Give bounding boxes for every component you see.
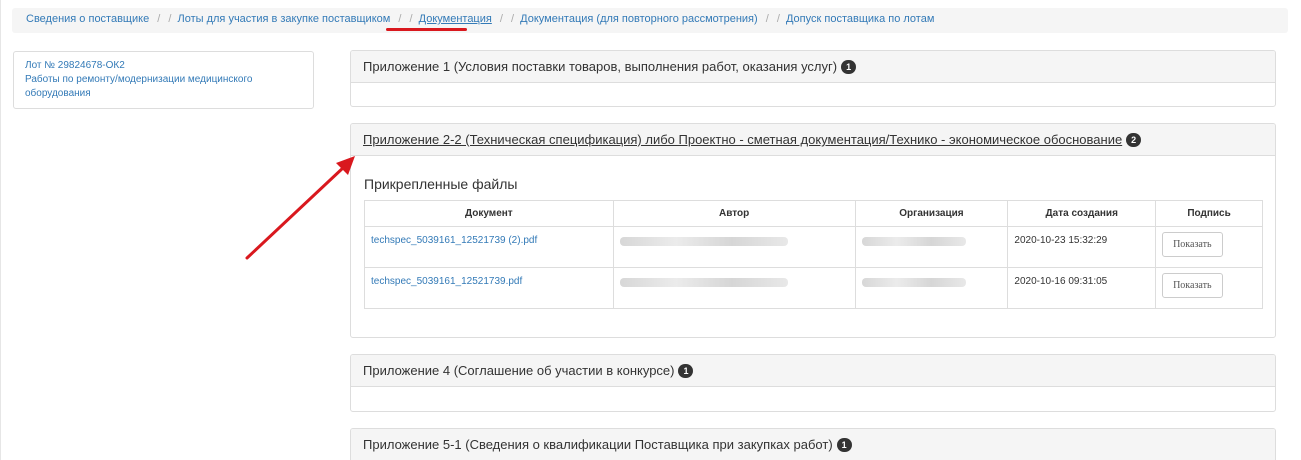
panel-appendix-5-1: Приложение 5-1 (Сведения о квалификации … — [350, 428, 1276, 460]
column-header-organization: Организация — [854, 200, 1009, 227]
panel-heading-appendix-5-1[interactable]: Приложение 5-1 (Сведения о квалификации … — [351, 429, 1275, 460]
panel-title: Приложение 1 (Условия поставки товаров, … — [363, 59, 838, 74]
panel-title: Приложение 5-1 (Сведения о квалификации … — [363, 437, 833, 452]
breadcrumb-separator-5: / — [499, 13, 503, 25]
panel-appendix-1: Приложение 1 (Условия поставки товаров, … — [350, 50, 1276, 107]
show-signature-button[interactable]: Показать — [1162, 273, 1223, 298]
panel-title: Приложение 4 (Соглашение об участии в ко… — [363, 363, 675, 378]
lot-description-line-1[interactable]: Работы по ремонту/модернизации медицинск… — [25, 73, 302, 87]
breadcrumb-separator-6: / — [511, 13, 515, 25]
column-header-date: Дата создания — [1007, 200, 1157, 227]
breadcrumb-separator-7: / — [765, 13, 769, 25]
table-row: techspec_5039161_12521739 (2).pdf 2020-1… — [364, 226, 1263, 268]
breadcrumb-item-supplier-info[interactable]: Сведения о поставщике — [26, 13, 149, 25]
author-cell — [612, 226, 856, 268]
panel-appendix-2-2: Приложение 2-2 (Техническая спецификация… — [350, 123, 1276, 338]
column-header-author: Автор — [612, 200, 856, 227]
breadcrumb-separator-2: / — [168, 13, 172, 25]
breadcrumb-separator-8: / — [776, 13, 780, 25]
redacted-organization — [861, 237, 966, 246]
organization-cell — [854, 226, 1009, 268]
document-link[interactable]: techspec_5039161_12521739.pdf — [364, 267, 614, 309]
document-link[interactable]: techspec_5039161_12521739 (2).pdf — [364, 226, 614, 268]
table-header-row: Документ Автор Организация Дата создания… — [364, 200, 1263, 227]
column-header-document: Документ — [364, 200, 614, 227]
redacted-organization — [861, 278, 966, 287]
table-row: techspec_5039161_12521739.pdf 2020-10-16… — [364, 267, 1263, 309]
annotation-underline — [386, 28, 467, 31]
lot-description-line-2[interactable]: оборудования — [25, 87, 302, 101]
date-cell: 2020-10-23 15:32:29 — [1007, 226, 1157, 268]
panel-title: Приложение 2-2 (Техническая спецификация… — [363, 132, 1123, 147]
lot-number-link[interactable]: Лот № 29824678-ОК2 — [25, 59, 302, 73]
redacted-author — [619, 278, 788, 287]
lot-info-box: Лот № 29824678-ОК2 Работы по ремонту/мод… — [13, 51, 314, 109]
breadcrumb-item-lots[interactable]: Лоты для участия в закупке поставщиком — [178, 13, 391, 25]
breadcrumb: Сведения о поставщике / / Лоты для участ… — [12, 8, 1288, 33]
files-table: Документ Автор Организация Дата создания… — [364, 200, 1263, 309]
panel-appendix-4: Приложение 4 (Соглашение об участии в ко… — [350, 354, 1276, 412]
panel-heading-appendix-1[interactable]: Приложение 1 (Условия поставки товаров, … — [351, 51, 1275, 83]
signature-cell: Показать — [1155, 226, 1263, 268]
breadcrumb-item-documentation-review[interactable]: Документация (для повторного рассмотрени… — [520, 13, 758, 25]
count-badge: 2 — [1126, 133, 1142, 147]
breadcrumb-separator: / — [157, 13, 161, 25]
show-signature-button[interactable]: Показать — [1162, 232, 1223, 257]
redacted-author — [619, 237, 788, 246]
breadcrumb-item-documentation[interactable]: Документация — [419, 13, 492, 25]
panel-heading-appendix-2-2[interactable]: Приложение 2-2 (Техническая спецификация… — [351, 124, 1275, 156]
author-cell — [612, 267, 856, 309]
count-badge: 1 — [678, 364, 694, 378]
breadcrumb-separator-3: / — [398, 13, 402, 25]
count-badge: 1 — [841, 60, 857, 74]
breadcrumb-separator-4: / — [409, 13, 413, 25]
panel-heading-appendix-4[interactable]: Приложение 4 (Соглашение об участии в ко… — [351, 355, 1275, 387]
column-header-signature: Подпись — [1155, 200, 1263, 227]
date-cell: 2020-10-16 09:31:05 — [1007, 267, 1157, 309]
breadcrumb-item-lot-admission[interactable]: Допуск поставщика по лотам — [786, 13, 934, 25]
organization-cell — [854, 267, 1009, 309]
signature-cell: Показать — [1155, 267, 1263, 309]
attached-files-title: Прикрепленные файлы — [364, 176, 518, 192]
count-badge: 1 — [836, 438, 852, 452]
